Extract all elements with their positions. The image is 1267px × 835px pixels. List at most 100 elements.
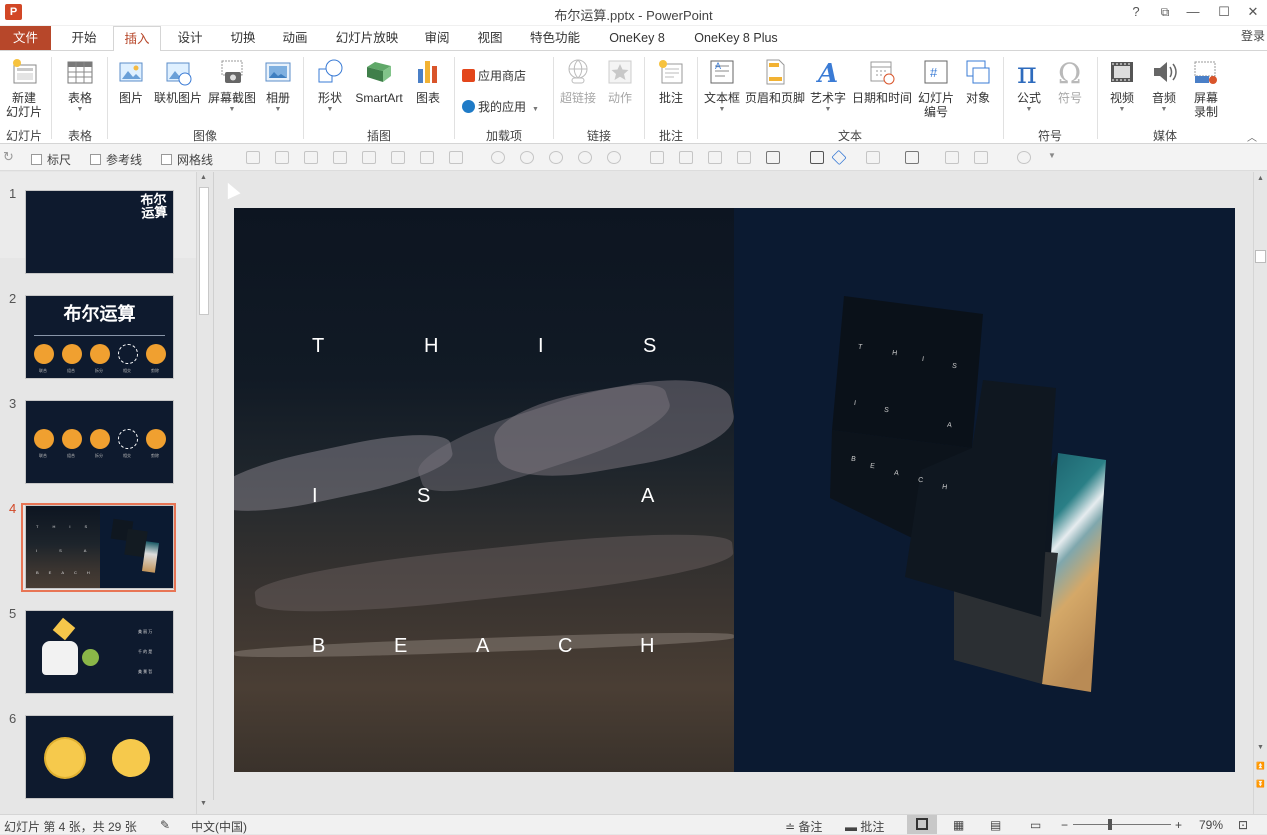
tab-insert[interactable]: 插入 <box>113 26 161 51</box>
group-icon[interactable] <box>650 151 664 164</box>
equation-button[interactable]: π 公式 ▼ <box>1010 57 1048 114</box>
table-button[interactable]: 表格 ▼ <box>58 57 102 114</box>
scroll-down-icon[interactable]: ▼ <box>1257 744 1264 751</box>
close-button[interactable]: ✕ <box>1240 2 1266 22</box>
tab-transitions[interactable]: 切换 <box>221 26 265 50</box>
slideshow-view-icon[interactable]: ▭ <box>1030 818 1041 832</box>
textbox-button[interactable]: A 文本框 ▼ <box>701 57 743 114</box>
picture-button[interactable]: 图片 <box>113 57 149 105</box>
selection-pane-icon[interactable] <box>766 151 780 164</box>
shapes-button[interactable]: 形状 ▼ <box>310 57 350 114</box>
tab-file[interactable]: 文件 <box>0 26 51 50</box>
ungroup-icon[interactable] <box>679 151 693 164</box>
tab-features[interactable]: 特色功能 <box>522 26 588 50</box>
action-button[interactable]: 动作 <box>602 57 638 105</box>
smartart-button[interactable]: SmartArt <box>350 57 408 105</box>
slide-thumbnail-3[interactable]: 联合 组合 拆分 相交 剪除 <box>25 400 174 484</box>
notes-button[interactable]: ≐ 备注 <box>785 818 822 835</box>
guides-checkbox[interactable]: 参考线 <box>90 151 142 168</box>
screen-record-button[interactable]: 屏幕 录制 <box>1186 57 1226 119</box>
distribute-horizontal-icon[interactable] <box>420 151 434 164</box>
combine-icon[interactable] <box>520 151 534 164</box>
slide-thumbnail-2[interactable]: 布尔运算 联合 组合 拆分 相交 剪除 <box>25 295 174 379</box>
ruler-checkbox[interactable]: 标尺 <box>31 151 71 168</box>
fragment-icon[interactable] <box>549 151 563 164</box>
bring-forward-icon[interactable] <box>708 151 722 164</box>
eyedropper-fill-icon[interactable] <box>945 151 959 164</box>
redo-icon[interactable]: ↻ <box>3 149 14 165</box>
slide-thumbnail-1[interactable]: 布尔 运算 <box>25 190 174 274</box>
previous-slide-icon[interactable]: ⏫ <box>1256 762 1265 770</box>
symbol-button[interactable]: Ω 符号 <box>1051 57 1089 105</box>
align-middle-icon[interactable] <box>304 151 318 164</box>
maximize-button[interactable]: ☐ <box>1211 2 1237 22</box>
zoom-slider-track[interactable] <box>1073 824 1171 825</box>
tab-onekey8-plus[interactable]: OneKey 8 Plus <box>686 26 786 50</box>
rotate-icon[interactable] <box>866 151 880 164</box>
spellcheck-icon[interactable]: ✎ <box>160 818 170 832</box>
scroll-up-icon[interactable]: ▲ <box>1257 175 1264 182</box>
hyperlink-button[interactable]: 超链接 <box>558 57 598 105</box>
my-apps-button[interactable]: 我的应用 ▼ <box>462 98 539 115</box>
wordart-button[interactable]: A 艺术字 ▼ <box>808 57 848 114</box>
language-status[interactable]: 中文(中国) <box>191 818 247 835</box>
editor-vertical-scrollbar[interactable]: ▲ ▼ ⏫ ⏬ <box>1253 172 1267 814</box>
tab-slideshow[interactable]: 幻灯片放映 <box>327 26 407 50</box>
online-picture-button[interactable]: 联机图片 <box>152 57 204 105</box>
datetime-button[interactable]: 日期和时间 <box>850 57 914 105</box>
zoom-out-button[interactable]: − <box>1061 818 1068 832</box>
intersect-icon[interactable] <box>578 151 592 164</box>
slide-thumbnail-4[interactable]: THIS ISA BEACH <box>25 505 174 589</box>
editor-horizontal-scrollbar[interactable] <box>213 800 1253 814</box>
eyedropper-line-icon[interactable] <box>974 151 988 164</box>
fit-to-window-icon[interactable]: ⊡ <box>1238 818 1248 832</box>
scroll-thumb[interactable] <box>199 187 209 315</box>
boolean-collage[interactable] <box>234 208 1235 772</box>
align-right-icon[interactable] <box>362 151 376 164</box>
union-icon[interactable] <box>491 151 505 164</box>
current-slide[interactable]: T H I S I S A B E A C H T H I S I S A B … <box>234 208 1235 772</box>
zoom-slider-thumb[interactable] <box>1108 819 1112 830</box>
edit-shape-icon[interactable] <box>831 149 847 166</box>
comment-button[interactable]: 批注 <box>652 57 690 105</box>
tab-onekey8[interactable]: OneKey 8 <box>598 26 676 50</box>
slide-thumbnail-5[interactable]: 美 丽 万 千 的 是 美 景 哲 <box>25 610 174 694</box>
next-slide-icon[interactable]: ⏬ <box>1256 780 1265 788</box>
comments-button[interactable]: ▬ 批注 <box>845 818 884 835</box>
help-button[interactable]: ? <box>1123 2 1149 22</box>
slide-sorter-view-icon[interactable]: ▦ <box>953 818 964 832</box>
app-store-button[interactable]: 应用商店 <box>462 67 526 84</box>
distribute-vertical-icon[interactable] <box>449 151 463 164</box>
circle-shape-icon[interactable] <box>1017 151 1031 164</box>
thumbnail-scrollbar[interactable]: ▲ ▼ <box>196 172 211 814</box>
rectangle-shape-icon[interactable] <box>810 151 824 164</box>
screenshot-button[interactable]: 屏幕截图 ▼ <box>206 57 258 114</box>
video-button[interactable]: 视频 ▼ <box>1102 57 1142 114</box>
gridlines-checkbox[interactable]: 网格线 <box>161 151 213 168</box>
subtract-icon[interactable] <box>607 151 621 164</box>
send-backward-icon[interactable] <box>737 151 751 164</box>
customize-dropdown-icon[interactable]: ▼ <box>1048 151 1056 160</box>
header-footer-button[interactable]: 页眉和页脚 <box>744 57 806 105</box>
scroll-down-icon[interactable]: ▼ <box>200 800 207 807</box>
scroll-thumb[interactable] <box>1255 250 1266 263</box>
new-slide-button[interactable]: 新建 幻灯片 <box>4 57 44 119</box>
normal-view-button[interactable] <box>907 815 937 834</box>
align-bottom-icon[interactable] <box>275 151 289 164</box>
object-button[interactable]: 对象 <box>958 57 998 105</box>
slide-number-button[interactable]: # 幻灯片 编号 <box>916 57 956 119</box>
text-box-icon[interactable] <box>905 151 919 164</box>
align-center-icon[interactable] <box>391 151 405 164</box>
zoom-level[interactable]: 79% <box>1199 818 1223 832</box>
tab-home[interactable]: 开始 <box>62 26 106 50</box>
audio-button[interactable]: 音频 ▼ <box>1144 57 1184 114</box>
tab-animations[interactable]: 动画 <box>273 26 317 50</box>
tab-review[interactable]: 审阅 <box>415 26 459 50</box>
reading-view-icon[interactable]: ▤ <box>990 818 1001 832</box>
ribbon-display-options-button[interactable]: ⧉ <box>1152 2 1178 22</box>
slide-thumbnail-6[interactable] <box>25 715 174 799</box>
tab-view[interactable]: 视图 <box>468 26 512 50</box>
chart-button[interactable]: 图表 <box>410 57 446 105</box>
scroll-up-icon[interactable]: ▲ <box>200 174 207 181</box>
zoom-in-button[interactable]: + <box>1175 818 1182 832</box>
